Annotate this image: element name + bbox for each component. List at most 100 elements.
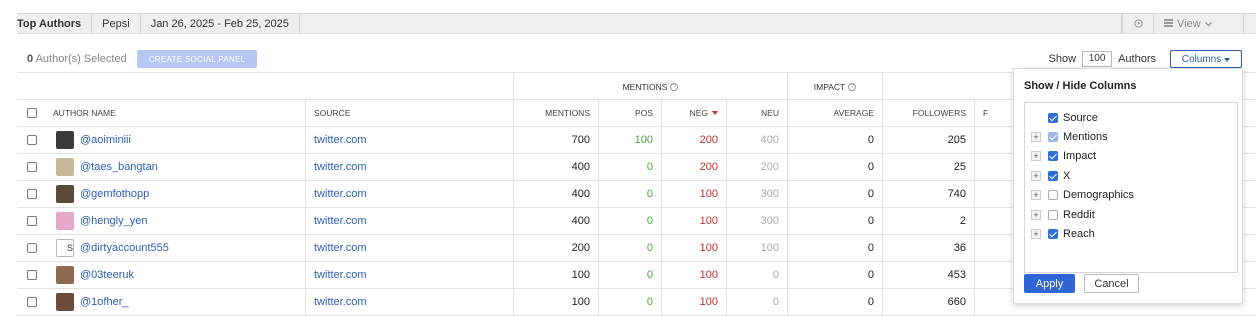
authors-label: Authors: [1118, 53, 1156, 65]
source-cell[interactable]: twitter.com: [305, 262, 513, 288]
apply-button[interactable]: Apply: [1024, 274, 1075, 293]
column-option[interactable]: Source: [1025, 108, 1098, 127]
view-dropdown[interactable]: View: [1154, 14, 1244, 33]
followers-cell: 205: [882, 127, 974, 153]
column-option[interactable]: + Reach: [1025, 224, 1095, 243]
author-link[interactable]: @taes_bangtan: [80, 161, 158, 173]
column-option-label: Demographics: [1063, 189, 1134, 201]
author-cell: @gemfothopp: [45, 181, 305, 207]
brand-filter[interactable]: Pepsi: [92, 14, 141, 33]
column-tree: Source+Mentions+Impact+X+Demographics+Re…: [1024, 102, 1238, 273]
row-checkbox[interactable]: [27, 297, 37, 307]
mentions-header[interactable]: MENTIONS: [513, 100, 598, 126]
author-link[interactable]: @aoiminiii: [80, 134, 131, 146]
neg-cell: 100: [661, 181, 726, 207]
source-header[interactable]: SOURCE: [305, 100, 513, 126]
pos-cell: 0: [598, 262, 661, 288]
page-size-input[interactable]: 100: [1082, 51, 1112, 67]
mentions-cell: 100: [513, 289, 598, 315]
author-link[interactable]: @hengly_yen: [80, 215, 147, 227]
neu-header[interactable]: NEU: [726, 100, 787, 126]
info-icon[interactable]: ?: [670, 83, 678, 91]
row-select-cell: [17, 235, 45, 261]
column-checkbox[interactable]: [1048, 210, 1058, 220]
source-cell[interactable]: twitter.com: [305, 181, 513, 207]
select-all-checkbox[interactable]: [27, 108, 37, 118]
expand-icon[interactable]: +: [1031, 132, 1041, 142]
neg-cell: 100: [661, 289, 726, 315]
show-label: Show: [1049, 53, 1077, 65]
average-cell: 0: [787, 181, 882, 207]
impact-group-header: IMPACT ?: [787, 73, 882, 100]
pos-cell: 0: [598, 235, 661, 261]
neu-cell: 200: [726, 154, 787, 180]
column-checkbox[interactable]: [1048, 229, 1058, 239]
column-option-label: X: [1063, 170, 1070, 182]
column-option[interactable]: + Demographics: [1025, 186, 1134, 205]
row-checkbox[interactable]: [27, 216, 37, 226]
columns-label: Columns: [1182, 54, 1221, 65]
column-option-label: Reddit: [1063, 209, 1095, 221]
help-icon[interactable]: [1122, 14, 1154, 33]
neg-cell: 100: [661, 262, 726, 288]
average-cell: 0: [787, 262, 882, 288]
date-range[interactable]: Jan 26, 2025 - Feb 25, 2025: [141, 14, 300, 33]
row-checkbox[interactable]: [27, 162, 37, 172]
pos-cell: 0: [598, 154, 661, 180]
column-option[interactable]: +X: [1025, 166, 1070, 185]
column-checkbox[interactable]: [1048, 132, 1058, 142]
avatar: S: [56, 239, 74, 257]
author-cell: @aoiminiii: [45, 127, 305, 153]
author-name-header[interactable]: AUTHOR NAME: [45, 100, 305, 126]
row-checkbox[interactable]: [27, 270, 37, 280]
expand-icon[interactable]: +: [1031, 190, 1041, 200]
average-cell: 0: [787, 127, 882, 153]
column-option[interactable]: + Reddit: [1025, 205, 1095, 224]
average-header[interactable]: AVERAGE: [787, 100, 882, 126]
author-cell: @03teeruk: [45, 262, 305, 288]
expand-icon[interactable]: +: [1031, 229, 1041, 239]
author-link[interactable]: @1ofher_: [80, 296, 128, 308]
show-hide-columns-popup: Show / Hide Columns Source+Mentions+Impa…: [1013, 68, 1243, 304]
pos-cell: 0: [598, 289, 661, 315]
column-checkbox[interactable]: [1048, 113, 1058, 123]
info-icon[interactable]: ?: [848, 83, 856, 91]
source-cell[interactable]: twitter.com: [305, 127, 513, 153]
source-cell[interactable]: twitter.com: [305, 289, 513, 315]
column-option-label: Reach: [1063, 228, 1095, 240]
column-option-label: Impact: [1063, 150, 1096, 162]
grid-icon: [1164, 18, 1173, 30]
create-social-panel-button[interactable]: CREATE SOCIAL PANEL: [137, 50, 258, 68]
pos-cell: 100: [598, 127, 661, 153]
mentions-cell: 700: [513, 127, 598, 153]
row-select-cell: [17, 262, 45, 288]
column-option[interactable]: + Impact: [1025, 147, 1096, 166]
columns-button[interactable]: Columns: [1170, 50, 1242, 68]
column-checkbox[interactable]: [1048, 190, 1058, 200]
avatar: [56, 293, 74, 311]
column-checkbox[interactable]: [1048, 171, 1058, 181]
source-cell[interactable]: twitter.com: [305, 235, 513, 261]
author-link[interactable]: @03teeruk: [80, 269, 134, 281]
column-option-label: Mentions: [1063, 131, 1108, 143]
author-link[interactable]: @gemfothopp: [80, 188, 149, 200]
impact-group-label: IMPACT: [814, 82, 845, 92]
followers-header[interactable]: FOLLOWERS: [882, 100, 974, 126]
source-cell[interactable]: twitter.com: [305, 154, 513, 180]
column-checkbox[interactable]: [1048, 151, 1058, 161]
expand-icon[interactable]: +: [1031, 151, 1041, 161]
author-link[interactable]: @dirtyaccount555: [80, 242, 169, 254]
followers-cell: 25: [882, 154, 974, 180]
row-checkbox[interactable]: [27, 135, 37, 145]
expand-icon[interactable]: +: [1031, 171, 1041, 181]
avatar: [56, 158, 74, 176]
source-cell[interactable]: twitter.com: [305, 208, 513, 234]
cancel-button[interactable]: Cancel: [1084, 274, 1139, 293]
row-checkbox[interactable]: [27, 243, 37, 253]
pos-header[interactable]: POS: [598, 100, 661, 126]
column-option[interactable]: + Mentions: [1025, 127, 1108, 146]
author-cell: @hengly_yen: [45, 208, 305, 234]
row-checkbox[interactable]: [27, 189, 37, 199]
neg-header[interactable]: NEG: [661, 100, 726, 126]
expand-icon[interactable]: +: [1031, 210, 1041, 220]
